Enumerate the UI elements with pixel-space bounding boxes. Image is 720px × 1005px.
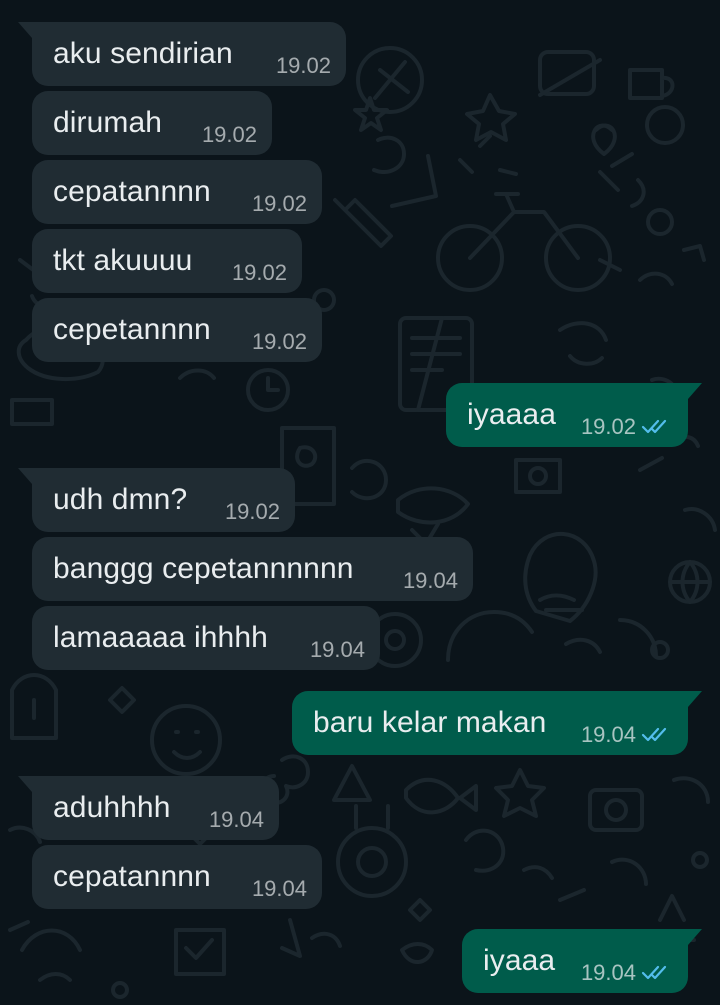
message-time: 19.02 — [201, 122, 257, 147]
message-text: iyaaaa — [467, 398, 557, 431]
message-time: 19.02 — [231, 260, 287, 285]
incoming-message[interactable]: lamaaaaa ihhhh 19.04 — [32, 606, 380, 670]
message-text: aku sendirian — [53, 37, 233, 70]
message-text: udh dmn? — [53, 483, 188, 516]
message-time: 19.04 — [309, 637, 365, 662]
message-meta: 19.02 — [225, 501, 280, 523]
incoming-message[interactable]: cepatannnn 19.04 — [32, 845, 322, 909]
outgoing-message[interactable]: baru kelar makan 19.04 — [292, 691, 702, 755]
message-meta: 19.02 — [252, 331, 307, 353]
message-text: banggg cepetannnnnn — [53, 552, 354, 585]
message-text: iyaaa — [483, 944, 556, 977]
message-meta: 19.04 — [403, 570, 458, 592]
bubble-tail — [688, 691, 702, 707]
message-meta: 19.02 — [276, 55, 331, 77]
bubble-tail — [688, 929, 702, 945]
incoming-message[interactable]: aku sendirian 19.02 — [18, 22, 346, 86]
message-time: 19.02 — [224, 499, 280, 524]
chat-message-list[interactable]: aku sendirian 19.02 dirumah 19.02 cepata… — [0, 0, 720, 1005]
message-time: 19.04 — [580, 722, 636, 747]
bubble-tail — [18, 776, 32, 792]
incoming-message[interactable]: udh dmn? 19.02 — [18, 468, 295, 532]
message-meta: 19.02 — [202, 124, 257, 146]
incoming-message[interactable]: aduhhhh 19.04 — [18, 776, 279, 840]
message-meta: 19.02 — [581, 416, 673, 438]
message-text: cepatannnn — [53, 175, 211, 208]
double-check-icon — [641, 965, 667, 980]
double-check-icon — [641, 419, 667, 434]
message-text: baru kelar makan — [313, 706, 547, 739]
message-meta: 19.02 — [252, 193, 307, 215]
bubble-tail — [18, 22, 32, 38]
message-text: cepetannnn — [53, 313, 211, 346]
incoming-message[interactable]: cepatannnn 19.02 — [32, 160, 322, 224]
message-text: lamaaaaa ihhhh — [53, 621, 268, 654]
message-meta: 19.04 — [581, 724, 673, 746]
message-time: 19.02 — [580, 414, 636, 439]
incoming-message[interactable]: cepetannnn 19.02 — [32, 298, 322, 362]
message-time: 19.04 — [580, 960, 636, 985]
message-text: tkt akuuuu — [53, 244, 193, 277]
message-time: 19.04 — [208, 807, 264, 832]
message-time: 19.02 — [251, 191, 307, 216]
message-text: dirumah — [53, 106, 163, 139]
message-time: 19.04 — [402, 568, 458, 593]
message-meta: 19.04 — [209, 809, 264, 831]
bubble-tail — [688, 383, 702, 399]
message-time: 19.02 — [275, 53, 331, 78]
double-check-icon — [641, 727, 667, 742]
incoming-message[interactable]: dirumah 19.02 — [32, 91, 272, 155]
incoming-message[interactable]: tkt akuuuu 19.02 — [32, 229, 302, 293]
message-meta: 19.04 — [310, 639, 365, 661]
message-meta: 19.02 — [232, 262, 287, 284]
outgoing-message[interactable]: iyaaaa 19.02 — [446, 383, 702, 447]
outgoing-message[interactable]: iyaaa 19.04 — [462, 929, 702, 993]
message-meta: 19.04 — [252, 878, 307, 900]
bubble-tail — [18, 468, 32, 484]
incoming-message[interactable]: banggg cepetannnnnn 19.04 — [32, 537, 473, 601]
message-meta: 19.04 — [581, 962, 673, 984]
message-text: aduhhhh — [53, 791, 171, 824]
message-time: 19.02 — [251, 329, 307, 354]
message-text: cepatannnn — [53, 860, 211, 893]
message-time: 19.04 — [251, 876, 307, 901]
